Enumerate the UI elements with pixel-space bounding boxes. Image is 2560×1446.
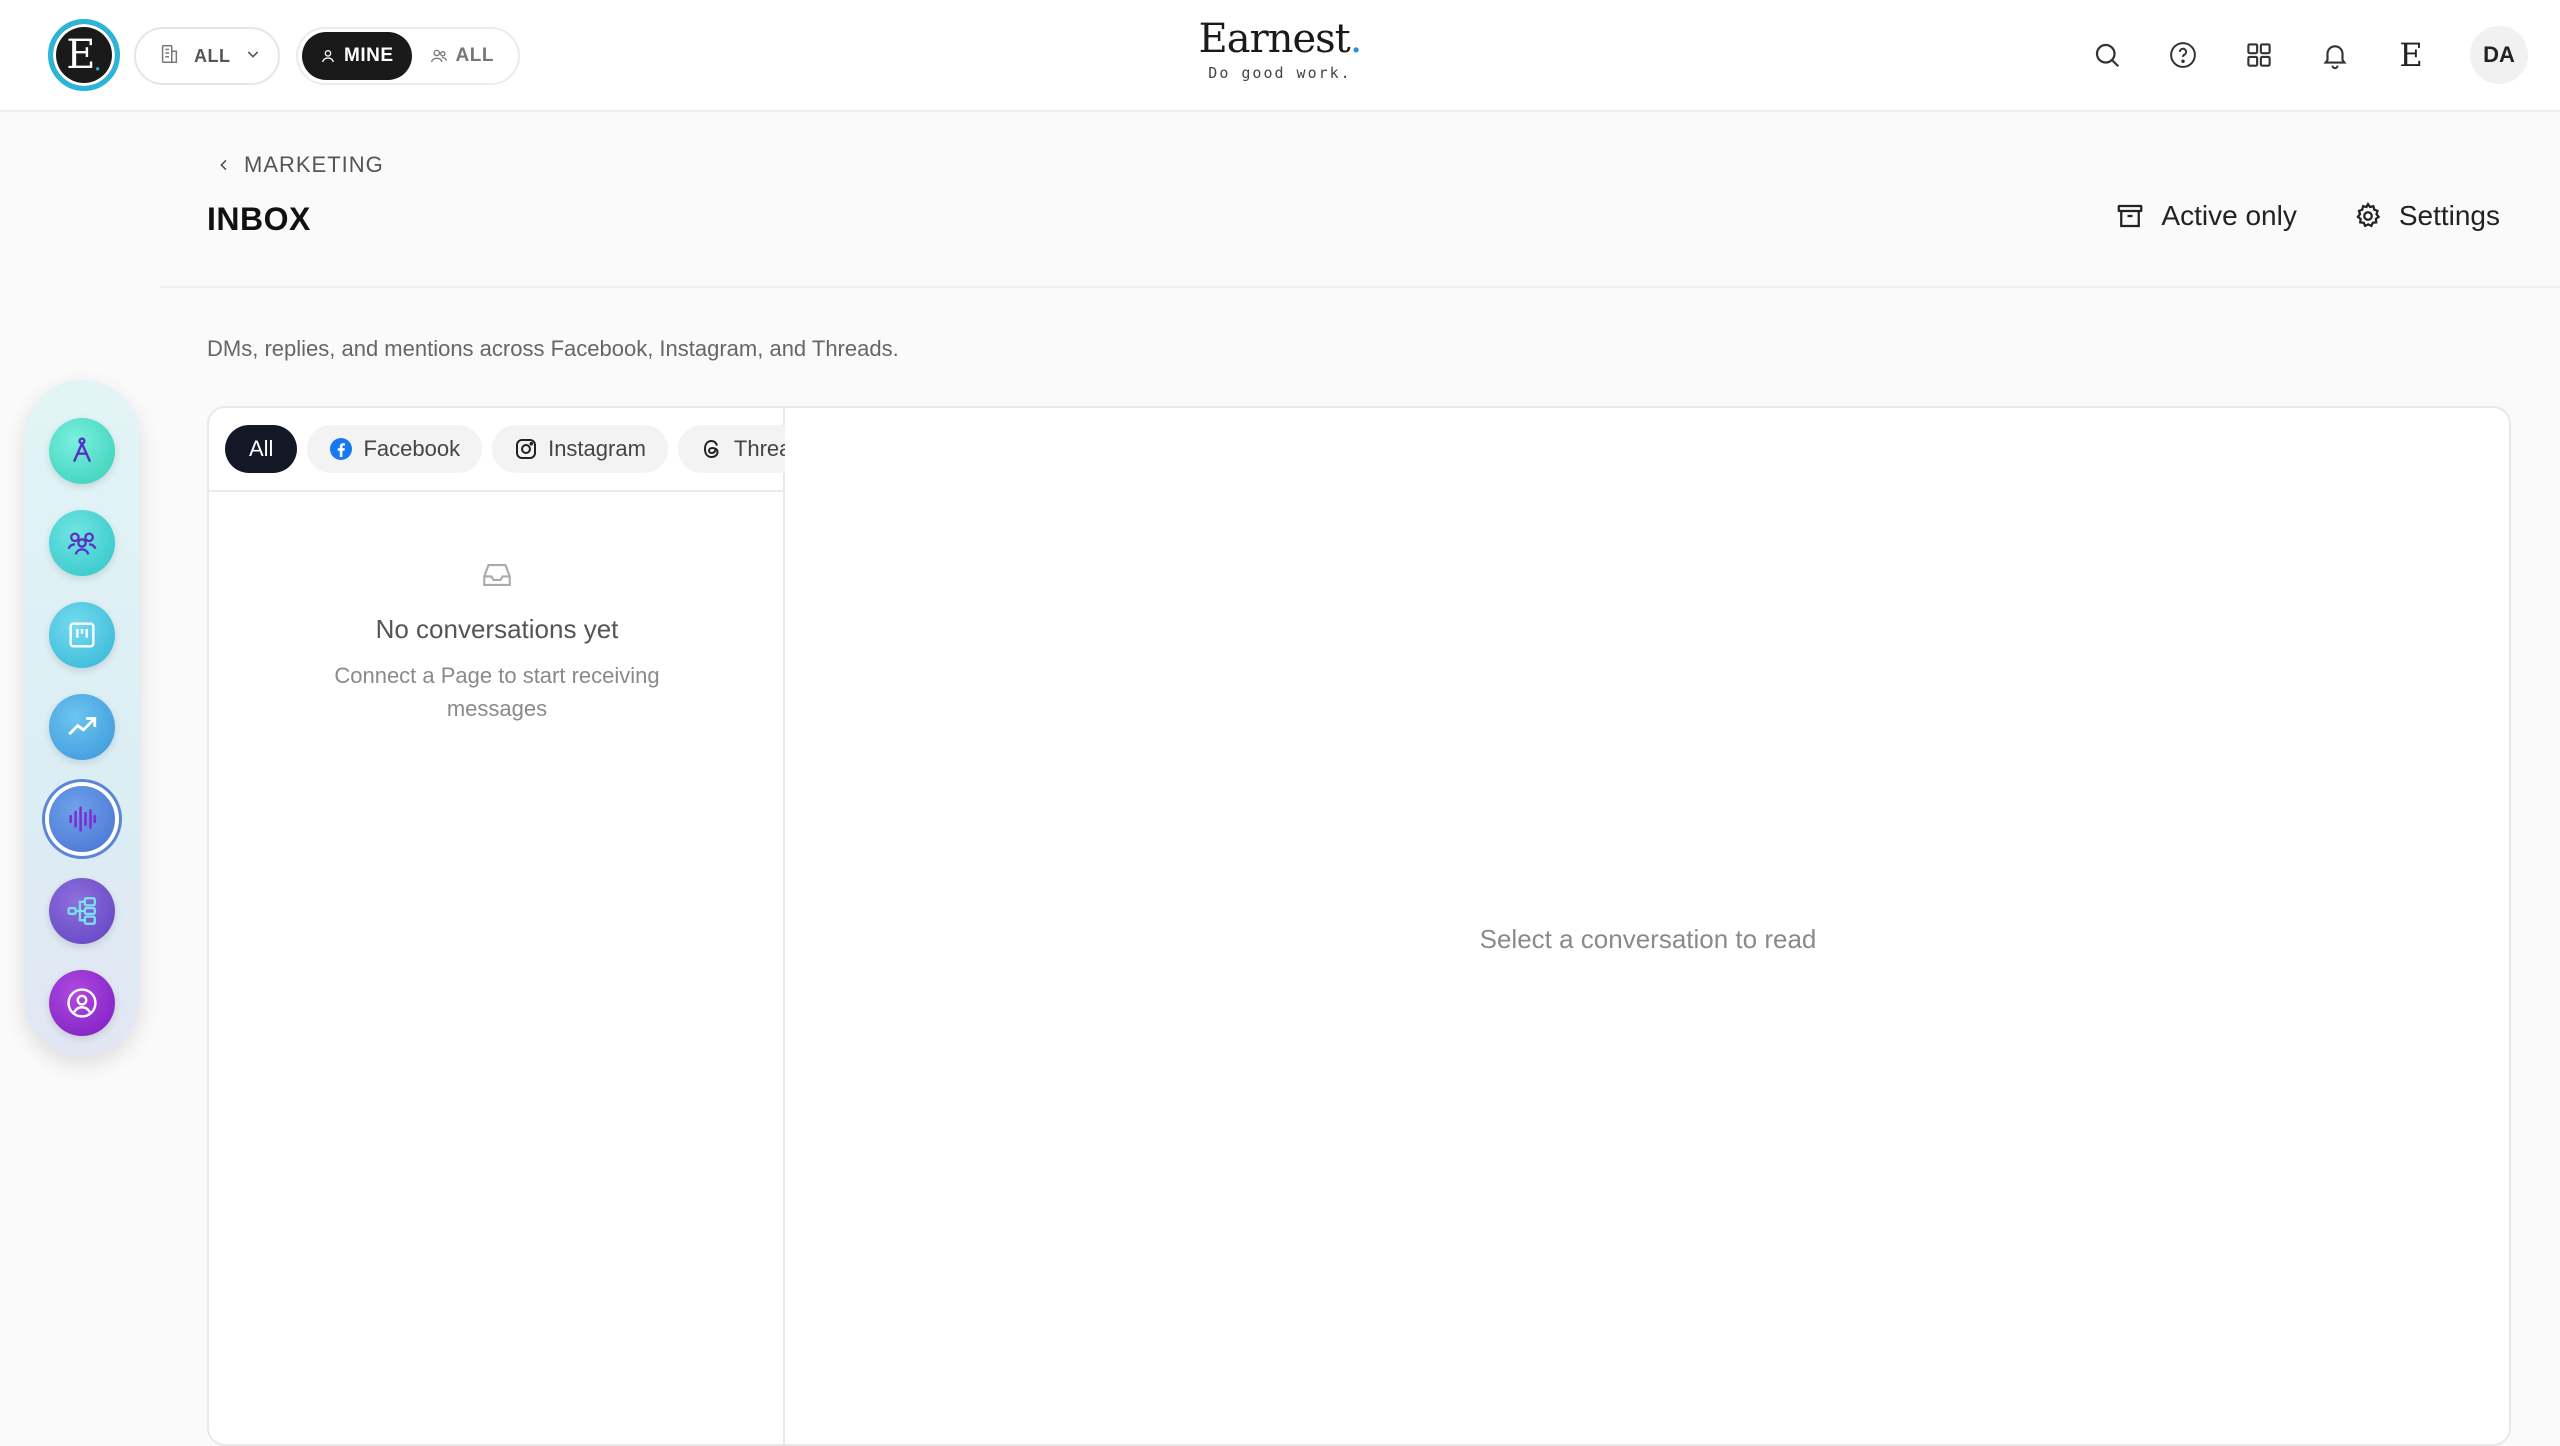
org-select[interactable]: ALL (134, 27, 280, 85)
building-icon (158, 43, 180, 70)
reader-placeholder: Select a conversation to read (1479, 924, 1817, 954)
rail-workflow-button[interactable] (49, 878, 115, 944)
archive-icon (2118, 204, 2143, 228)
empty-state: No conversations yet Connect a Page to s… (209, 558, 785, 725)
brand-name: Earnest (1198, 16, 1351, 62)
rail-compass-button[interactable] (49, 418, 115, 484)
side-rail (24, 380, 140, 1056)
org-select-label: ALL (194, 45, 231, 66)
breadcrumb-label: MARKETING (244, 152, 384, 177)
brand[interactable]: Earnest. Do good work. (1180, 16, 1380, 82)
rail-trend-button[interactable] (49, 694, 115, 760)
logo-letter: E (66, 32, 96, 78)
rail-audio-button[interactable] (49, 786, 115, 852)
workflow-icon (67, 897, 96, 925)
chevron-down-icon (245, 46, 261, 67)
bell-icon[interactable] (2318, 38, 2352, 72)
facebook-icon (330, 438, 353, 460)
filter-chip-label: Threads (733, 436, 785, 461)
conversation-reader-pane: Select a conversation to read (787, 408, 2509, 1444)
page-description: DMs, replies, and mentions across Facebo… (207, 336, 899, 361)
filter-chip-all[interactable]: All (225, 425, 298, 473)
inbox-panel: All Facebook Instagram Threads No conver… (207, 406, 2511, 1446)
people-icon (430, 49, 447, 63)
instagram-icon (516, 439, 537, 459)
settings-label: Settings (2398, 200, 2500, 231)
empty-state-title: No conversations yet (375, 614, 619, 644)
help-icon[interactable] (2166, 38, 2200, 72)
app-logo[interactable]: E. (48, 19, 120, 91)
filter-chip-label: Instagram (548, 436, 646, 461)
breadcrumb[interactable]: MARKETING (216, 152, 384, 178)
top-actions: E DA (2090, 22, 2528, 88)
filter-chip-label: Facebook (363, 436, 461, 461)
empty-state-subtitle: Connect a Page to start receiving messag… (334, 663, 660, 721)
app-mark[interactable]: E (2394, 36, 2428, 74)
board-icon (69, 622, 95, 648)
trend-icon (68, 717, 97, 736)
header-divider (160, 286, 2560, 288)
chevron-left-icon (220, 159, 227, 171)
scope-all-label: ALL (455, 45, 494, 66)
page-title: INBOX (207, 201, 311, 237)
filter-chip-label: All (249, 436, 274, 461)
rail-people-button[interactable] (49, 510, 115, 576)
filter-chip-facebook[interactable]: Facebook (307, 425, 483, 473)
filter-chip-instagram[interactable]: Instagram (492, 425, 668, 473)
platform-filter-row: All Facebook Instagram Threads (209, 408, 785, 492)
active-only-label: Active only (2161, 200, 2297, 231)
avatar[interactable]: DA (2470, 26, 2528, 84)
scope-toggle: MINE ALL (296, 27, 520, 85)
filter-chip-threads[interactable]: Threads (677, 425, 785, 473)
threads-icon (703, 439, 719, 459)
person-icon (322, 50, 334, 63)
inbox-tray-icon (209, 558, 785, 592)
rail-account-button[interactable] (49, 970, 115, 1036)
rail-board-button[interactable] (49, 602, 115, 668)
scope-mine-button[interactable]: MINE (302, 32, 412, 80)
top-bar: E. ALL MINE ALL Earnest. Do good work. E… (0, 0, 2560, 112)
active-only-button[interactable]: Active only (2115, 200, 2297, 232)
brand-tagline: Do good work. (1208, 64, 1352, 82)
account-icon (67, 988, 97, 1018)
search-icon[interactable] (2090, 38, 2124, 72)
scope-all-button[interactable]: ALL (412, 32, 512, 80)
people-icon (67, 532, 97, 555)
conversation-list-pane: All Facebook Instagram Threads No conver… (209, 408, 785, 1444)
scope-mine-label: MINE (344, 45, 394, 66)
audio-wave-icon (69, 806, 97, 832)
settings-button[interactable]: Settings (2353, 200, 2500, 232)
gear-icon (2356, 201, 2381, 228)
apps-grid-icon[interactable] (2242, 38, 2276, 72)
header-actions: Active only Settings (2115, 200, 2500, 232)
compass-icon (72, 437, 92, 463)
